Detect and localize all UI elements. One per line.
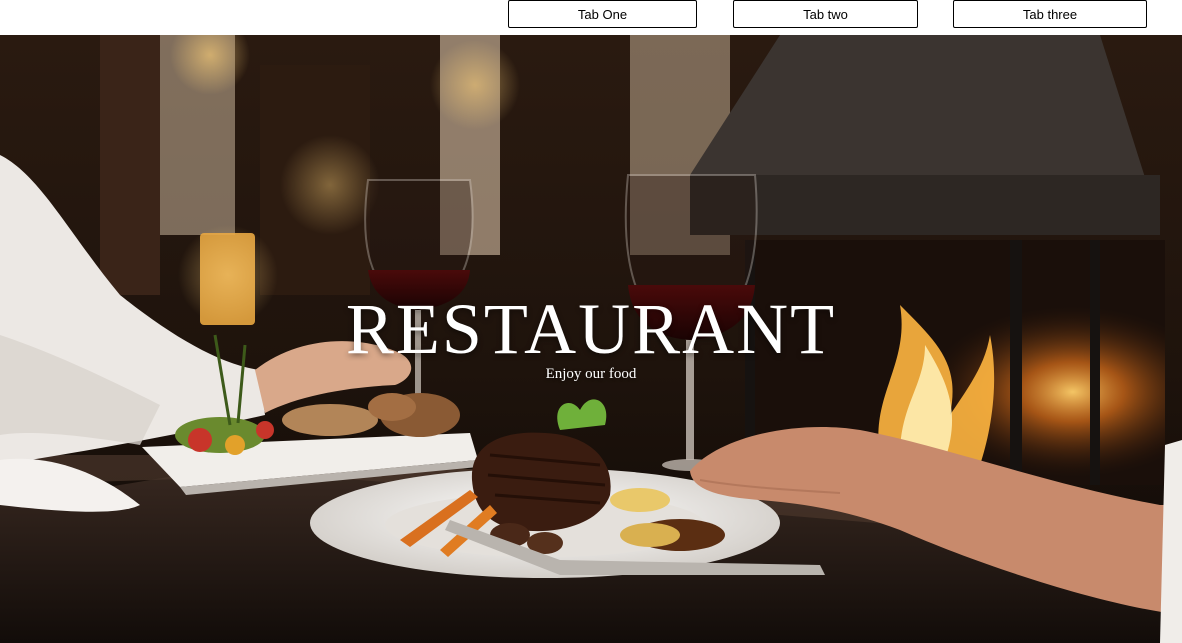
hero-subtitle: Enjoy our food xyxy=(545,366,637,382)
hero-section: RESTAURANT Enjoy our food xyxy=(0,35,1182,643)
tab-three[interactable]: Tab three xyxy=(953,0,1147,28)
top-navigation-bar: Tab One Tab two Tab three xyxy=(0,0,1182,35)
hero-title: RESTAURANT xyxy=(345,289,837,369)
tab-two[interactable]: Tab two xyxy=(733,0,918,28)
tab-one[interactable]: Tab One xyxy=(508,0,697,28)
